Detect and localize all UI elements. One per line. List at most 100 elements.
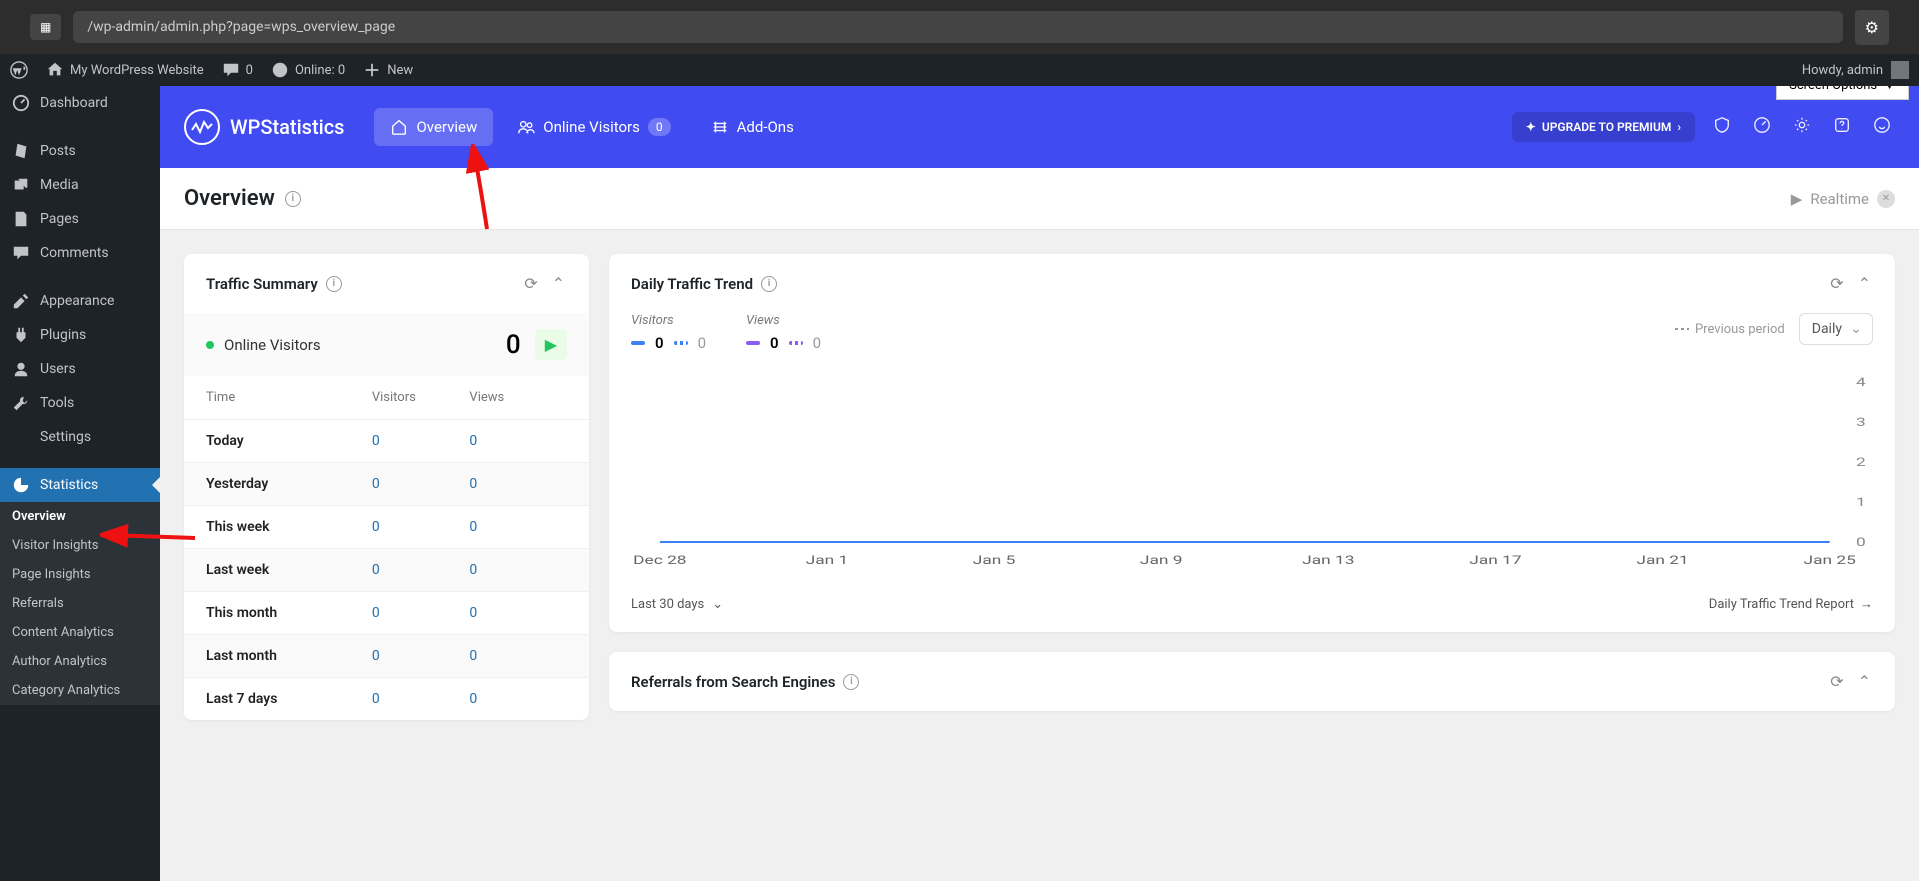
avatar (1891, 61, 1909, 79)
views-link[interactable]: 0 (469, 519, 567, 535)
svg-text:Jan 13: Jan 13 (1302, 553, 1354, 567)
browser-bar: ▦ /wp-admin/admin.php?page=wps_overview_… (0, 0, 1919, 54)
sidebar-media[interactable]: Media (0, 168, 160, 202)
views-link[interactable]: 0 (469, 691, 567, 707)
svg-text:0: 0 (1856, 535, 1866, 549)
traffic-summary-title: Traffic Summaryi (206, 275, 342, 293)
refresh-icon[interactable]: ⟳ (1828, 272, 1845, 295)
info-icon[interactable]: i (843, 674, 859, 690)
collapse-icon[interactable]: ⌃ (1856, 670, 1873, 693)
info-icon[interactable]: i (326, 276, 342, 292)
wp-admin-bar: My WordPress Website 0 Online: 0 New How… (0, 54, 1919, 86)
arrow-right-icon: → (1860, 596, 1873, 612)
sidebar-sub-category-analytics[interactable]: Category Analytics (0, 676, 160, 705)
visitors-link[interactable]: 0 (372, 562, 470, 578)
play-button[interactable]: ▶ (535, 329, 567, 360)
new-link[interactable]: New (363, 61, 413, 79)
collapse-icon[interactable]: ⌃ (550, 272, 567, 295)
info-icon[interactable]: i (761, 276, 777, 292)
visitors-link[interactable]: 0 (372, 691, 470, 707)
traffic-row: Last week00 (184, 548, 589, 591)
comments-count: 0 (246, 63, 253, 78)
refresh-icon[interactable]: ⟳ (522, 272, 539, 295)
gauge-icon[interactable] (1749, 112, 1775, 142)
views-link[interactable]: 0 (469, 476, 567, 492)
views-link[interactable]: 0 (469, 605, 567, 621)
traffic-row: Last 7 days00 (184, 677, 589, 720)
visitors-link[interactable]: 0 (372, 519, 470, 535)
sidebar-users[interactable]: Users (0, 352, 160, 386)
traffic-row: Today00 (184, 419, 589, 462)
sidebar-sub-overview[interactable]: Overview (0, 502, 160, 531)
site-name-link[interactable]: My WordPress Website (46, 61, 204, 79)
svg-text:Jan 5: Jan 5 (973, 553, 1016, 567)
visitors-link[interactable]: 0 (372, 648, 470, 664)
legend-marker-visitors (631, 341, 645, 345)
sidebar-sub-referrals[interactable]: Referrals (0, 589, 160, 618)
traffic-row: This month00 (184, 591, 589, 634)
sidebar-appearance[interactable]: Appearance (0, 284, 160, 318)
sidebar-dashboard[interactable]: Dashboard (0, 86, 160, 120)
shield-icon[interactable] (1709, 112, 1735, 142)
sidebar-sub-visitor-insights[interactable]: Visitor Insights (0, 531, 160, 560)
views-link[interactable]: 0 (469, 648, 567, 664)
period-select[interactable]: Daily ⌄ (1799, 313, 1873, 345)
online-badge: 0 (648, 118, 671, 136)
previous-period-legend: Previous period (1675, 322, 1785, 337)
sidebar-sub-author-analytics[interactable]: Author Analytics (0, 647, 160, 676)
sidebar-posts[interactable]: Posts (0, 134, 160, 168)
page-title: Overviewi (184, 186, 301, 211)
sidebar-sub-content-analytics[interactable]: Content Analytics (0, 618, 160, 647)
upgrade-button[interactable]: ✦UPGRADE TO PREMIUM› (1512, 112, 1695, 142)
apps-icon[interactable]: ▦ (30, 14, 61, 40)
online-indicator[interactable]: Online: 0 (271, 61, 345, 79)
svg-text:1: 1 (1856, 495, 1866, 509)
referrals-title: Referrals from Search Enginesi (631, 673, 859, 691)
comments-link[interactable]: 0 (222, 61, 253, 79)
traffic-row: Last month00 (184, 634, 589, 677)
howdy-text: Howdy, admin (1802, 63, 1883, 78)
report-link[interactable]: Daily Traffic Trend Report→ (1709, 596, 1873, 612)
views-link[interactable]: 0 (469, 433, 567, 449)
play-icon: ▶ (1791, 190, 1803, 208)
svg-text:3: 3 (1856, 415, 1866, 429)
wp-logo[interactable] (10, 61, 28, 79)
collapse-icon[interactable]: ⌃ (1856, 272, 1873, 295)
visitors-link[interactable]: 0 (372, 433, 470, 449)
chevron-down-icon: ▼ (1883, 86, 1896, 93)
browser-settings-icon[interactable]: ⚙ (1855, 10, 1889, 45)
sidebar-comments[interactable]: Comments (0, 236, 160, 270)
sidebar-plugins[interactable]: Plugins (0, 318, 160, 352)
sidebar-statistics[interactable]: Statistics (0, 468, 160, 502)
nav-online-visitors[interactable]: Online Visitors0 (501, 108, 686, 146)
sidebar-tools[interactable]: Tools (0, 386, 160, 420)
help-icon[interactable] (1829, 112, 1855, 142)
legend-marker-visitors-prev (674, 341, 688, 345)
online-count: 0 (506, 330, 521, 360)
smile-icon[interactable] (1869, 112, 1895, 142)
daily-traffic-trend-widget: Daily Traffic Trendi ⟳ ⌃ Visitors 0 (609, 254, 1895, 632)
traffic-row: Yesterday00 (184, 462, 589, 505)
sidebar-pages[interactable]: Pages (0, 202, 160, 236)
url-input[interactable]: /wp-admin/admin.php?page=wps_overview_pa… (73, 11, 1842, 43)
referrals-widget: Referrals from Search Enginesi ⟳ ⌃ (609, 652, 1895, 711)
svg-text:2: 2 (1856, 455, 1866, 469)
visitors-link[interactable]: 0 (372, 476, 470, 492)
refresh-icon[interactable]: ⟳ (1828, 670, 1845, 693)
gear-icon[interactable] (1789, 112, 1815, 142)
visitors-link[interactable]: 0 (372, 605, 470, 621)
nav-overview[interactable]: Overview (374, 108, 493, 146)
account-menu[interactable]: Howdy, admin (1802, 61, 1909, 79)
wps-logo[interactable]: WPStatistics (184, 109, 344, 145)
sidebar-sub-page-insights[interactable]: Page Insights (0, 560, 160, 589)
nav-addons[interactable]: Add-Ons (695, 108, 810, 146)
wps-logo-icon (184, 109, 220, 145)
views-link[interactable]: 0 (469, 562, 567, 578)
svg-text:4: 4 (1856, 375, 1866, 389)
screen-options-button[interactable]: Screen Options▼ (1776, 86, 1909, 100)
sidebar-settings[interactable]: Settings (0, 420, 160, 454)
range-selector[interactable]: Last 30 days⌄ (631, 597, 723, 612)
info-icon[interactable]: i (285, 191, 301, 207)
realtime-button[interactable]: ▶Realtime✕ (1791, 190, 1895, 208)
traffic-table-header: Time Visitors Views (184, 376, 589, 419)
